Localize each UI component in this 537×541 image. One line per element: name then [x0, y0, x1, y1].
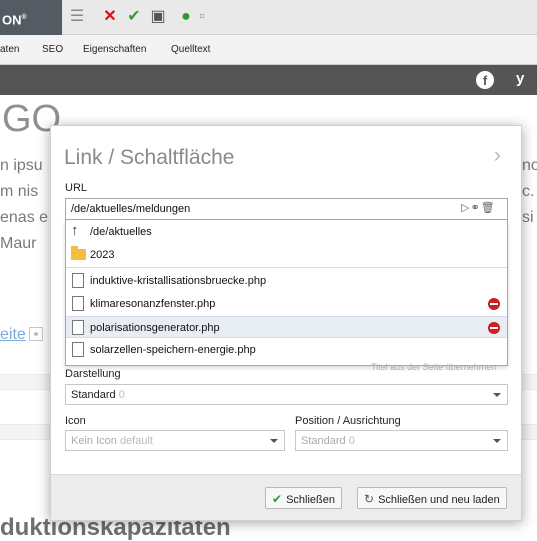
list-item-folder[interactable]: 2023	[66, 244, 507, 266]
display-select[interactable]: Standard 0	[65, 384, 508, 405]
check-save-icon[interactable]: ✔	[124, 7, 144, 27]
facebook-icon[interactable]: f	[476, 71, 494, 89]
link-icon[interactable]: ⚭	[470, 202, 480, 214]
editor-toolbar: ON® ☰ ✕ ✔ ▣ ● ▫	[0, 0, 537, 35]
menu-item-eigenschaften[interactable]: Eigenschaften	[83, 44, 146, 55]
editor-menubar: aten SEO Eigenschaften Quelltext	[0, 35, 537, 65]
menu-item-inhalte[interactable]: aten	[0, 44, 19, 55]
list-item-file[interactable]: solarzellen-speichern-energie.php	[66, 339, 507, 361]
social-bar: f y	[0, 65, 537, 95]
list-item-file-selected[interactable]: polarisationsgenerator.php	[66, 316, 507, 338]
title-hint[interactable]: Titel aus der Seite übernehmen	[371, 362, 496, 372]
dialog-title: Link / Schaltfläche	[64, 146, 235, 169]
link-dialog: Link / Schaltfläche › URL /de/aktuelles/…	[50, 125, 522, 521]
dialog-footer: ✔ Schließen ↻ Schließen und neu laden	[51, 474, 521, 520]
close-reload-button[interactable]: ↻ Schließen und neu laden	[357, 487, 507, 509]
chevron-right-icon[interactable]: ›	[494, 142, 501, 168]
folder-icon	[71, 246, 86, 260]
twitter-icon[interactable]: y	[516, 70, 524, 87]
url-suggestions: ↑ /de/aktuelles 2023 induktive-kristalli…	[65, 220, 508, 366]
url-label: URL	[65, 182, 88, 194]
close-button[interactable]: ✔ Schließen	[265, 487, 342, 509]
list-icon[interactable]: ☰	[67, 7, 87, 27]
caret-down-icon	[493, 439, 501, 443]
arrow-up-icon: ↑	[71, 222, 79, 239]
trash-icon[interactable]: 🗑	[481, 202, 496, 214]
reload-icon: ↻	[364, 492, 375, 506]
delete-icon[interactable]	[488, 322, 500, 334]
menu-item-seo[interactable]: SEO	[42, 44, 63, 55]
position-label: Position / Ausrichtung	[295, 415, 401, 427]
file-icon	[72, 320, 84, 335]
page-icon[interactable]: ▫	[192, 7, 212, 27]
caret-down-icon	[270, 439, 278, 443]
check-icon: ✔	[272, 492, 283, 506]
file-icon	[72, 342, 84, 357]
url-input[interactable]: /de/aktuelles/meldungen	[65, 198, 508, 220]
file-icon	[72, 296, 84, 311]
list-item-parent[interactable]: ↑ /de/aktuelles	[66, 221, 507, 243]
list-item-file[interactable]: klimaresonanzfenster.php	[66, 293, 507, 315]
close-icon[interactable]: ✕	[100, 7, 120, 27]
list-item-file[interactable]: induktive-kristallisationsbruecke.php	[66, 270, 507, 292]
icon-select[interactable]: Kein Icon default	[65, 430, 285, 451]
icon-label: Icon	[65, 415, 86, 427]
brand-logo: ON®	[0, 0, 62, 35]
file-icon	[72, 273, 84, 288]
caret-down-icon	[493, 393, 501, 397]
divider	[66, 267, 507, 268]
delete-icon[interactable]	[488, 298, 500, 310]
position-select[interactable]: Standard 0	[295, 430, 508, 451]
save-icon[interactable]: ▣	[148, 7, 168, 27]
display-label: Darstellung	[65, 368, 121, 380]
menu-item-quelltext[interactable]: Quelltext	[171, 44, 210, 55]
